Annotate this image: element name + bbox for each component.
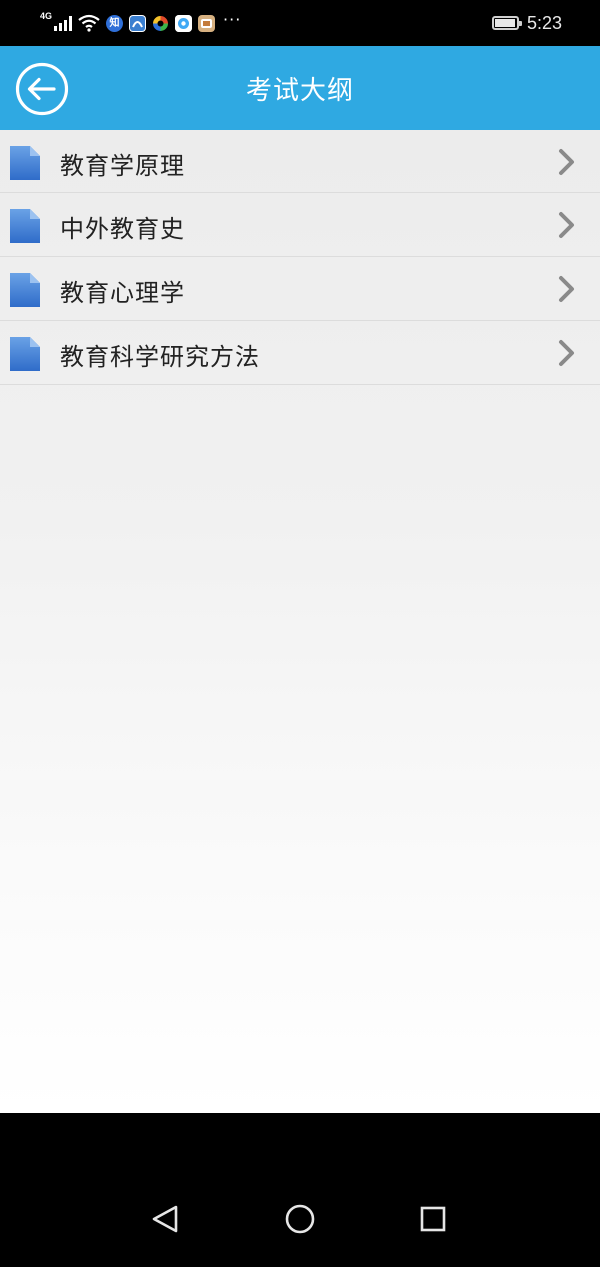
app-icon-5 — [198, 14, 216, 32]
battery-icon — [491, 16, 522, 30]
network-type-label: 4G — [40, 11, 53, 21]
list-item[interactable]: 教育学原理 — [0, 130, 600, 193]
content-area: 教育学原理 中外教育史 教育心理学 教育科学研究方法 — [0, 130, 600, 1113]
more-notifications-icon: ··· — [223, 9, 242, 29]
nav-back-button[interactable] — [146, 1199, 186, 1239]
document-icon — [10, 273, 40, 307]
status-bar-right: 5:23 — [491, 10, 562, 36]
battery-level — [494, 19, 515, 27]
chevron-right-icon — [559, 212, 574, 238]
list-item-label: 教育学原理 — [60, 152, 185, 180]
triangle-back-icon — [152, 1205, 178, 1233]
chevron-right-icon — [559, 340, 574, 366]
nav-recents-button[interactable] — [413, 1199, 453, 1239]
list-item[interactable]: 中外教育史 — [0, 193, 600, 257]
nav-home-button[interactable] — [280, 1199, 320, 1239]
list-item-label: 中外教育史 — [60, 215, 185, 243]
app-header: 考试大纲 — [0, 46, 600, 130]
document-icon — [10, 146, 40, 180]
square-recents-icon — [420, 1206, 446, 1232]
chevron-right-icon — [559, 276, 574, 302]
app-icon-2 — [129, 14, 147, 32]
screen: 4G 知 ··· 5:23 考试大纲 教育学原理 中外教育史 教育心理学 教育科… — [0, 0, 600, 1267]
syllabus-list: 教育学原理 中外教育史 教育心理学 教育科学研究方法 — [0, 130, 600, 385]
document-icon — [10, 337, 40, 371]
signal-icon — [54, 15, 73, 31]
zhihu-icon: 知 — [106, 14, 124, 32]
clock: 5:23 — [526, 12, 562, 33]
app-icon-4 — [175, 14, 193, 32]
wifi-icon — [78, 14, 100, 32]
chevron-right-icon — [559, 149, 574, 175]
list-item[interactable]: 教育心理学 — [0, 257, 600, 321]
list-item-label: 教育科学研究方法 — [60, 343, 260, 371]
app-icon-3 — [152, 15, 169, 32]
navigation-bar — [0, 1113, 600, 1267]
list-item-label: 教育心理学 — [60, 279, 185, 307]
list-item[interactable]: 教育科学研究方法 — [0, 321, 600, 385]
status-bar-left: 4G 知 ··· — [40, 10, 241, 36]
circle-home-icon — [285, 1204, 315, 1234]
page-title: 考试大纲 — [245, 76, 354, 106]
document-icon — [10, 209, 40, 243]
status-bar: 4G 知 ··· 5:23 — [0, 0, 600, 46]
